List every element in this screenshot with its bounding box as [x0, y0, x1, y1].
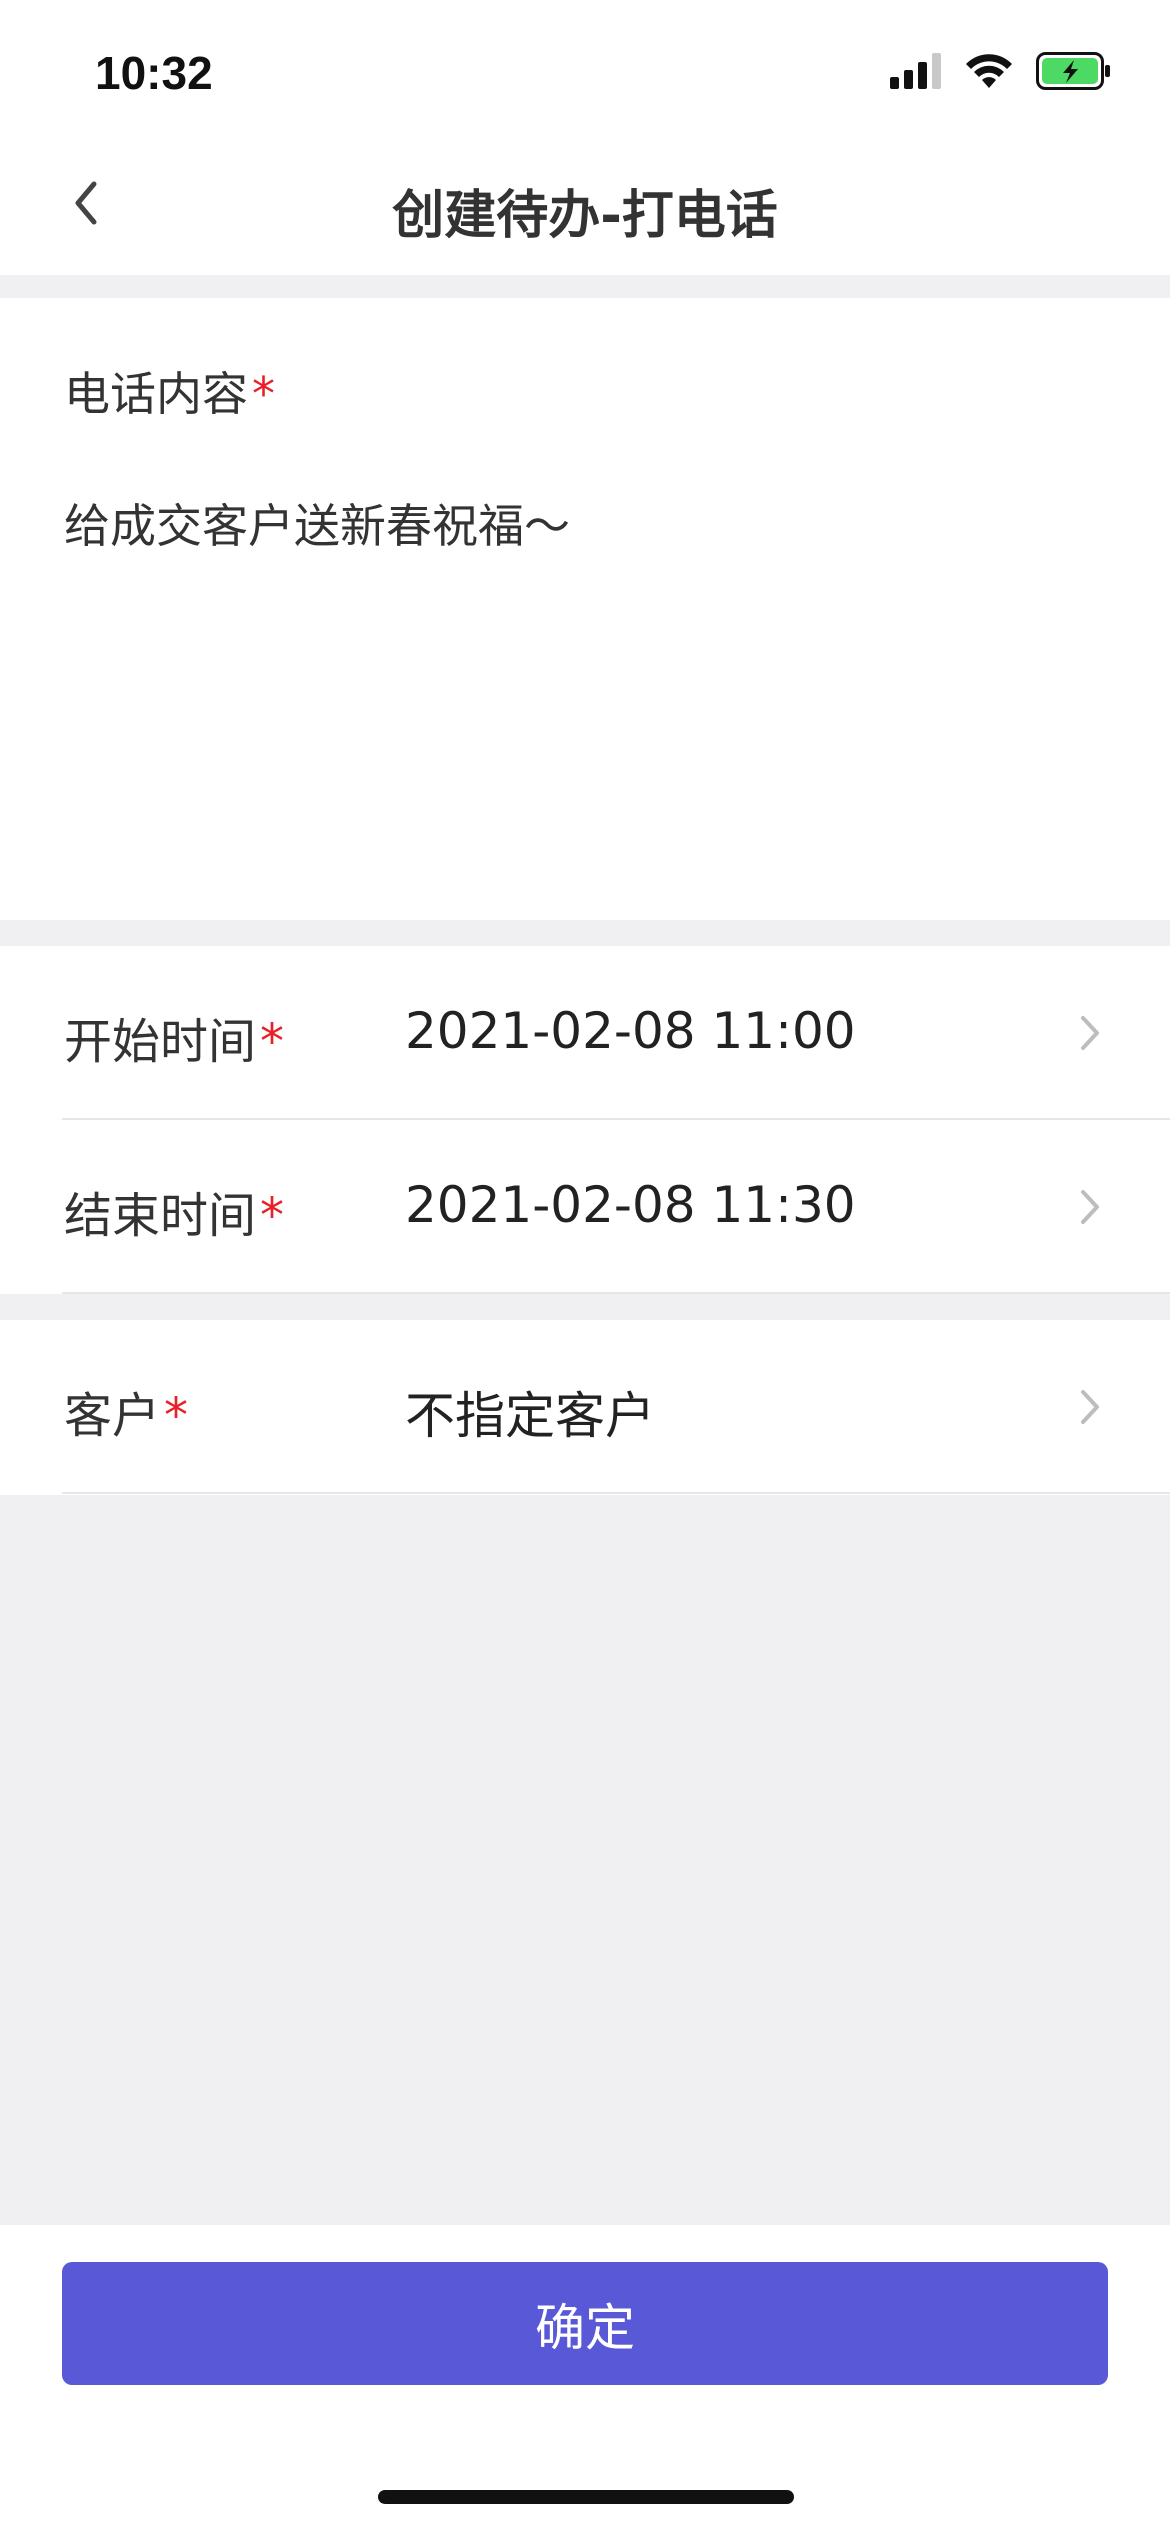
- call-content-input[interactable]: 给成交客户送新春祝福～: [64, 490, 570, 556]
- required-mark: *: [164, 1388, 189, 1444]
- end-time-row[interactable]: 结束时间* 2021-02-08 11:30: [0, 1120, 1170, 1294]
- customer-label: 客户*: [64, 1376, 188, 1446]
- customer-label-text: 客户: [64, 1388, 161, 1444]
- status-icons: [890, 52, 1112, 94]
- call-content-section: 电话内容* 给成交客户送新春祝福～: [0, 298, 1170, 920]
- required-mark: *: [260, 1188, 285, 1244]
- required-mark: *: [260, 1014, 285, 1070]
- customer-value: 不指定客户: [405, 1387, 655, 1445]
- battery-charging-icon: [1036, 52, 1112, 94]
- chevron-right-icon: [1070, 1182, 1110, 1232]
- screen: 10:32 创建待办-打电话 电话内容* 给成交客户送新春祝福～ 开始时间* 2…: [0, 0, 1170, 2532]
- end-time-label: 结束时间*: [64, 1176, 284, 1246]
- confirm-button[interactable]: 确定: [62, 2262, 1108, 2385]
- time-section: 开始时间* 2021-02-08 11:00 结束时间* 2021-02-08 …: [0, 946, 1170, 1294]
- start-time-row[interactable]: 开始时间* 2021-02-08 11:00: [0, 946, 1170, 1120]
- chevron-right-icon: [1070, 1382, 1110, 1432]
- customer-row[interactable]: 客户* 不指定客户: [0, 1320, 1170, 1494]
- row-divider: [62, 1492, 1170, 1494]
- required-mark: *: [252, 367, 275, 421]
- cellular-signal-icon: [890, 53, 942, 93]
- page-title: 创建待办-打电话: [392, 186, 778, 246]
- chevron-right-icon: [1070, 1008, 1110, 1058]
- call-content-label-text: 电话内容: [64, 367, 248, 421]
- wifi-icon: [964, 52, 1014, 94]
- status-bar: 10:32: [0, 0, 1170, 135]
- customer-section: 客户* 不指定客户: [0, 1320, 1170, 1495]
- bottom-bar: 确定: [0, 2225, 1170, 2532]
- end-time-label-text: 结束时间: [64, 1188, 257, 1244]
- status-time: 10:32: [95, 47, 213, 99]
- nav-bar: 创建待办-打电话: [0, 135, 1170, 275]
- call-content-label: 电话内容*: [64, 358, 275, 424]
- home-indicator[interactable]: [378, 2490, 794, 2504]
- start-time-label: 开始时间*: [64, 1002, 284, 1072]
- start-time-value: 2021-02-08 11:00: [405, 1002, 856, 1060]
- end-time-value: 2021-02-08 11:30: [405, 1176, 856, 1234]
- row-divider: [62, 1292, 1170, 1294]
- start-time-label-text: 开始时间: [64, 1014, 257, 1070]
